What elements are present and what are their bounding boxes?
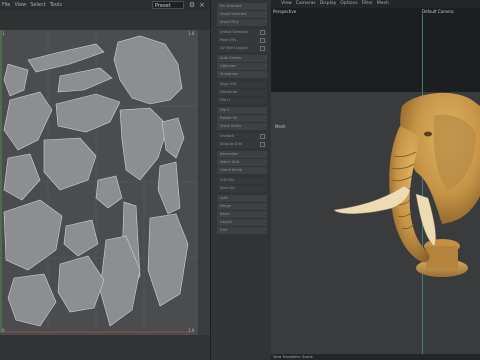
settings-icon[interactable]: ⚙: [188, 1, 196, 9]
uv-menu-tools[interactable]: Tools: [50, 0, 62, 10]
toolkit-item[interactable]: UV Shell Layout: [217, 45, 267, 52]
vp-menu-display[interactable]: Display: [320, 0, 337, 8]
uv-set-dropdown[interactable]: Preset: [152, 1, 184, 9]
option-checkbox[interactable]: [260, 142, 265, 147]
uv-canvas[interactable]: [0, 30, 198, 335]
toolkit-item[interactable]: Optimize: [217, 63, 267, 70]
pedestal-column: [426, 246, 458, 268]
toolkit-item[interactable]: Sew UVs: [217, 185, 267, 192]
uv-layout-graphic: [0, 30, 198, 335]
uv-menu-select[interactable]: Select: [30, 0, 45, 10]
toolkit-item[interactable]: Split: [217, 195, 267, 202]
toolkit-item[interactable]: Unfold Selected: [217, 29, 267, 36]
toolkit-item[interactable]: Match Grid: [217, 159, 267, 166]
viewport-menubar: View Cameras Display Options Filter Mesh: [271, 0, 480, 8]
vp-menu-cameras[interactable]: Cameras: [296, 0, 316, 8]
toolkit-item[interactable]: Grid: [217, 227, 267, 234]
uv-corner-top-right: 1.0: [188, 31, 195, 36]
vp-menu-filter[interactable]: Filter: [362, 0, 373, 8]
camera-label[interactable]: Default Camera: [422, 9, 454, 14]
option-checkbox[interactable]: [260, 38, 265, 43]
toolkit-item[interactable]: Unstack: [217, 133, 267, 140]
elephant-model[interactable]: [330, 86, 480, 286]
uv-corner-bottom-left: 0: [2, 328, 5, 333]
vp-menu-view[interactable]: View: [281, 0, 292, 8]
viewport-status-bar: View Transform: Scene: [271, 354, 480, 360]
toolkit-item[interactable]: Snap to Grid: [217, 141, 267, 148]
uv-toolkit-panel: Pin Selected Unpin Selected Invert Pins …: [210, 0, 272, 360]
toolkit-item[interactable]: Rotate 90: [217, 115, 267, 122]
toolkit-item[interactable]: Pack UVs: [217, 37, 267, 44]
toolkit-item[interactable]: Unpin Selected: [217, 11, 267, 18]
toolkit-item[interactable]: Relax: [217, 211, 267, 218]
toolkit-item[interactable]: Pin Selected: [217, 3, 267, 10]
uv-toolbar: [0, 10, 210, 30]
toolkit-item[interactable]: Merge: [217, 203, 267, 210]
viewport-top-shade: [271, 8, 480, 92]
toolkit-item[interactable]: Cut UVs: [217, 177, 267, 184]
toolkit-item[interactable]: Normalize: [217, 151, 267, 158]
perspective-label[interactable]: Perspective: [273, 9, 296, 14]
toolkit-item[interactable]: Auto Seams: [217, 55, 267, 62]
option-checkbox[interactable]: [260, 46, 265, 51]
toolkit-item[interactable]: Flip U: [217, 97, 267, 104]
toolkit-item[interactable]: Orient Shells: [217, 167, 267, 174]
uv-menu-view[interactable]: View: [14, 0, 26, 10]
uv-bottom-bar: [0, 335, 210, 360]
uv-corner-bottom-right: 1.0: [188, 328, 195, 333]
mesh-label: Mesh: [275, 124, 286, 129]
toolkit-item[interactable]: Layout: [217, 219, 267, 226]
vp-menu-options[interactable]: Options: [340, 0, 357, 8]
toolkit-item[interactable]: Align UVs: [217, 81, 267, 88]
option-checkbox[interactable]: [260, 134, 265, 139]
uv-corner-top-left: 1: [2, 31, 5, 36]
close-icon[interactable]: ×: [198, 1, 206, 9]
elephant-eye: [424, 131, 432, 137]
toolkit-item[interactable]: Straighten: [217, 71, 267, 78]
toolkit-item[interactable]: Stack Shells: [217, 123, 267, 130]
vp-menu-mesh[interactable]: Mesh: [377, 0, 389, 8]
option-checkbox[interactable]: [260, 30, 265, 35]
toolkit-item[interactable]: Invert Pins: [217, 19, 267, 26]
uv-menu-file[interactable]: File: [2, 0, 10, 10]
toolkit-item[interactable]: Distribute: [217, 89, 267, 96]
right-tusk: [415, 193, 436, 247]
toolkit-item[interactable]: Flip V: [217, 107, 267, 114]
